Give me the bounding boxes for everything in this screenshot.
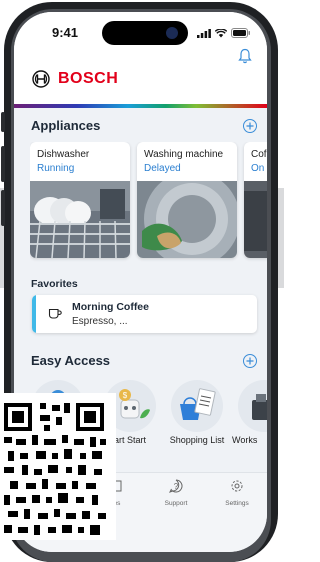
battery-icon — [231, 28, 250, 38]
brand-name: BOSCH — [58, 70, 119, 87]
volume-up-button — [1, 146, 5, 182]
easy-access-label: Works — [232, 435, 258, 445]
status-time: 9:41 — [52, 25, 79, 40]
appliances-title: Appliances — [31, 118, 101, 133]
bell-icon[interactable] — [238, 48, 252, 64]
appliance-name: Dishwasher — [37, 149, 90, 160]
add-easy-access-button[interactable] — [243, 354, 257, 368]
svg-text:$: $ — [123, 391, 128, 400]
tab-label: Settings — [225, 500, 249, 507]
favorite-accent-bar — [32, 295, 36, 333]
signal-icon — [197, 28, 211, 38]
qr-code-icon — [0, 393, 116, 540]
brand-stripe — [14, 104, 267, 108]
easy-access-circle — [171, 380, 223, 432]
appliance-name: Washing machine — [144, 149, 224, 160]
appliance-status: Delayed — [144, 163, 181, 174]
qr-code — [0, 393, 116, 540]
svg-text:?: ? — [174, 482, 179, 491]
appliance-card-dishwasher[interactable]: Dishwasher Running — [30, 142, 130, 258]
washing-machine-image — [137, 181, 237, 258]
camera-icon — [166, 27, 178, 39]
appliance-carousel[interactable]: Dishwasher Running Washing machine Delay… — [30, 142, 267, 270]
dynamic-island — [102, 21, 188, 45]
shopping-list-icon — [180, 388, 216, 420]
bosch-armature-icon — [32, 70, 50, 88]
favorite-subtitle: Espresso, ... — [72, 316, 128, 327]
favorite-card-morning-coffee[interactable]: Morning Coffee Espresso, ... — [32, 295, 257, 333]
appliance-card-coffee[interactable]: Cof On — [244, 142, 267, 258]
easy-access-circle — [238, 380, 267, 432]
favorites-title: Favorites — [31, 278, 78, 290]
bosch-logo: BOSCH — [32, 70, 118, 88]
appliance-card-washing-machine[interactable]: Washing machine Delayed — [137, 142, 237, 258]
favorite-title: Morning Coffee — [72, 301, 149, 313]
appliance-status: On — [251, 163, 265, 174]
appliance-status: Running — [37, 163, 75, 174]
settings-icon — [231, 480, 243, 492]
coffee-cup-icon — [48, 308, 62, 319]
wifi-icon — [215, 28, 227, 37]
plus-icon — [246, 357, 254, 365]
status-icons — [197, 28, 251, 38]
tab-label: Support — [164, 500, 188, 507]
workshop-icon — [252, 394, 267, 420]
easy-access-label: Shopping List — [169, 435, 225, 445]
plus-icon — [246, 122, 254, 130]
dishwasher-image — [30, 181, 130, 258]
add-appliance-button[interactable] — [243, 119, 257, 133]
appliance-name: Cof — [251, 149, 267, 160]
tab-settings[interactable]: Settings — [207, 479, 267, 507]
volume-down-button — [1, 190, 5, 226]
support-icon: ? — [168, 479, 183, 493]
app-header: 9:41 BOSCH — [14, 12, 267, 108]
coffee-machine-image — [244, 181, 267, 258]
easy-access-title: Easy Access — [31, 353, 111, 368]
tab-support[interactable]: ? Support — [146, 479, 206, 507]
mute-switch — [1, 112, 5, 132]
